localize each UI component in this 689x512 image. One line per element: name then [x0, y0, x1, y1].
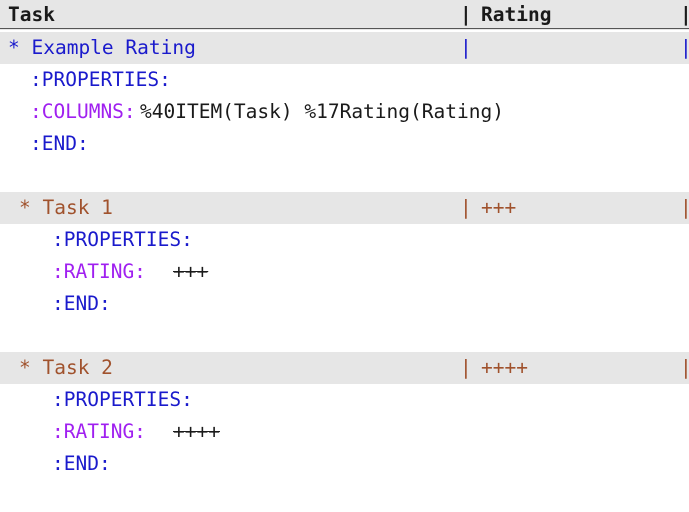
properties-line: :PROPERTIES: — [0, 384, 689, 416]
task-2-rating-cell[interactable]: ++++ — [481, 352, 528, 384]
rating-property-line: :RATING: +++ — [0, 256, 689, 288]
heading-task-2[interactable]: * Task 2 | ++++ | — [0, 352, 689, 384]
heading-text[interactable]: * Example Rating — [8, 32, 196, 64]
column-separator: | — [460, 36, 472, 59]
column-separator: | — [680, 356, 689, 379]
properties-drawer-start: :PROPERTIES: — [52, 388, 193, 411]
end-line: :END: — [0, 448, 689, 480]
properties-line: :PROPERTIES: — [0, 224, 689, 256]
columns-property-line: :COLUMNS: %40ITEM(Task) %17Rating(Rating… — [0, 96, 689, 128]
task-1-heading-text[interactable]: * Task 1 — [19, 192, 113, 224]
properties-drawer-start: :PROPERTIES: — [52, 228, 193, 251]
column-separator: | — [680, 196, 689, 219]
rating-key: :RATING: — [52, 420, 146, 443]
properties-drawer-end: :END: — [30, 132, 89, 155]
properties-drawer-end: :END: — [52, 292, 111, 315]
columns-value[interactable]: %40ITEM(Task) %17Rating(Rating) — [140, 96, 504, 128]
column-header-task[interactable]: Task — [8, 0, 55, 30]
end-line: :END: — [0, 288, 689, 320]
header-divider — [0, 28, 689, 29]
properties-drawer-end: :END: — [52, 452, 111, 475]
properties-line: :PROPERTIES: — [0, 64, 689, 96]
rating-key: :RATING: — [52, 260, 146, 283]
column-separator: | — [680, 36, 689, 59]
column-separator: | — [460, 196, 472, 219]
task-2-rating-value[interactable]: ++++ — [173, 416, 220, 448]
task-1-rating-cell[interactable]: +++ — [481, 192, 516, 224]
columns-key: :COLUMNS: — [30, 100, 136, 123]
column-header-rating[interactable]: Rating — [481, 0, 551, 30]
rating-property-line: :RATING: ++++ — [0, 416, 689, 448]
task-1-rating-value[interactable]: +++ — [173, 256, 208, 288]
heading-example-rating[interactable]: * Example Rating | | — [0, 32, 689, 64]
column-view-header: Task | Rating | — [0, 0, 689, 30]
column-separator: | — [680, 3, 689, 26]
properties-drawer-start: :PROPERTIES: — [30, 68, 171, 91]
column-separator: | — [460, 356, 472, 379]
end-line: :END: — [0, 128, 689, 160]
column-separator: | — [460, 3, 472, 26]
task-2-heading-text[interactable]: * Task 2 — [19, 352, 113, 384]
heading-task-1[interactable]: * Task 1 | +++ | — [0, 192, 689, 224]
